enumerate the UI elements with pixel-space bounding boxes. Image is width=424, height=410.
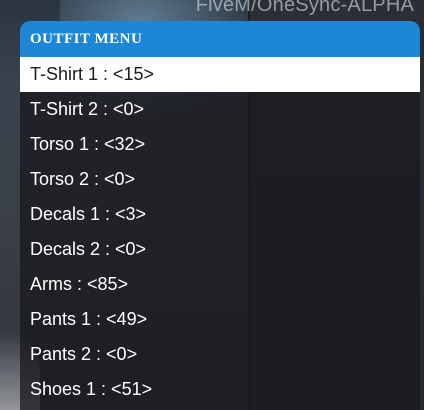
menu-item-shoes-1[interactable]: Shoes 1 : <51> (20, 372, 420, 407)
menu-item-arms[interactable]: Arms : <85> (20, 267, 420, 302)
menu-item-tshirt-2[interactable]: T-Shirt 2 : <0> (20, 92, 420, 127)
menu-item-pants-2[interactable]: Pants 2 : <0> (20, 337, 420, 372)
server-watermark: FiveM/OneSync-ALPHA (195, 0, 414, 16)
menu-item-pants-1[interactable]: Pants 1 : <49> (20, 302, 420, 337)
menu-header: OUTFIT MENU (20, 21, 420, 57)
menu-item-torso-2[interactable]: Torso 2 : <0> (20, 162, 420, 197)
menu-item-decals-1[interactable]: Decals 1 : <3> (20, 197, 420, 232)
menu-item-torso-1[interactable]: Torso 1 : <32> (20, 127, 420, 162)
menu-item-tshirt-1[interactable]: T-Shirt 1 : <15> (20, 57, 420, 92)
menu-item-decals-2[interactable]: Decals 2 : <0> (20, 232, 420, 267)
menu-list: T-Shirt 1 : <15> T-Shirt 2 : <0> Torso 1… (20, 57, 420, 407)
outfit-menu: OUTFIT MENU T-Shirt 1 : <15> T-Shirt 2 :… (20, 21, 420, 410)
menu-title: OUTFIT MENU (30, 30, 143, 47)
